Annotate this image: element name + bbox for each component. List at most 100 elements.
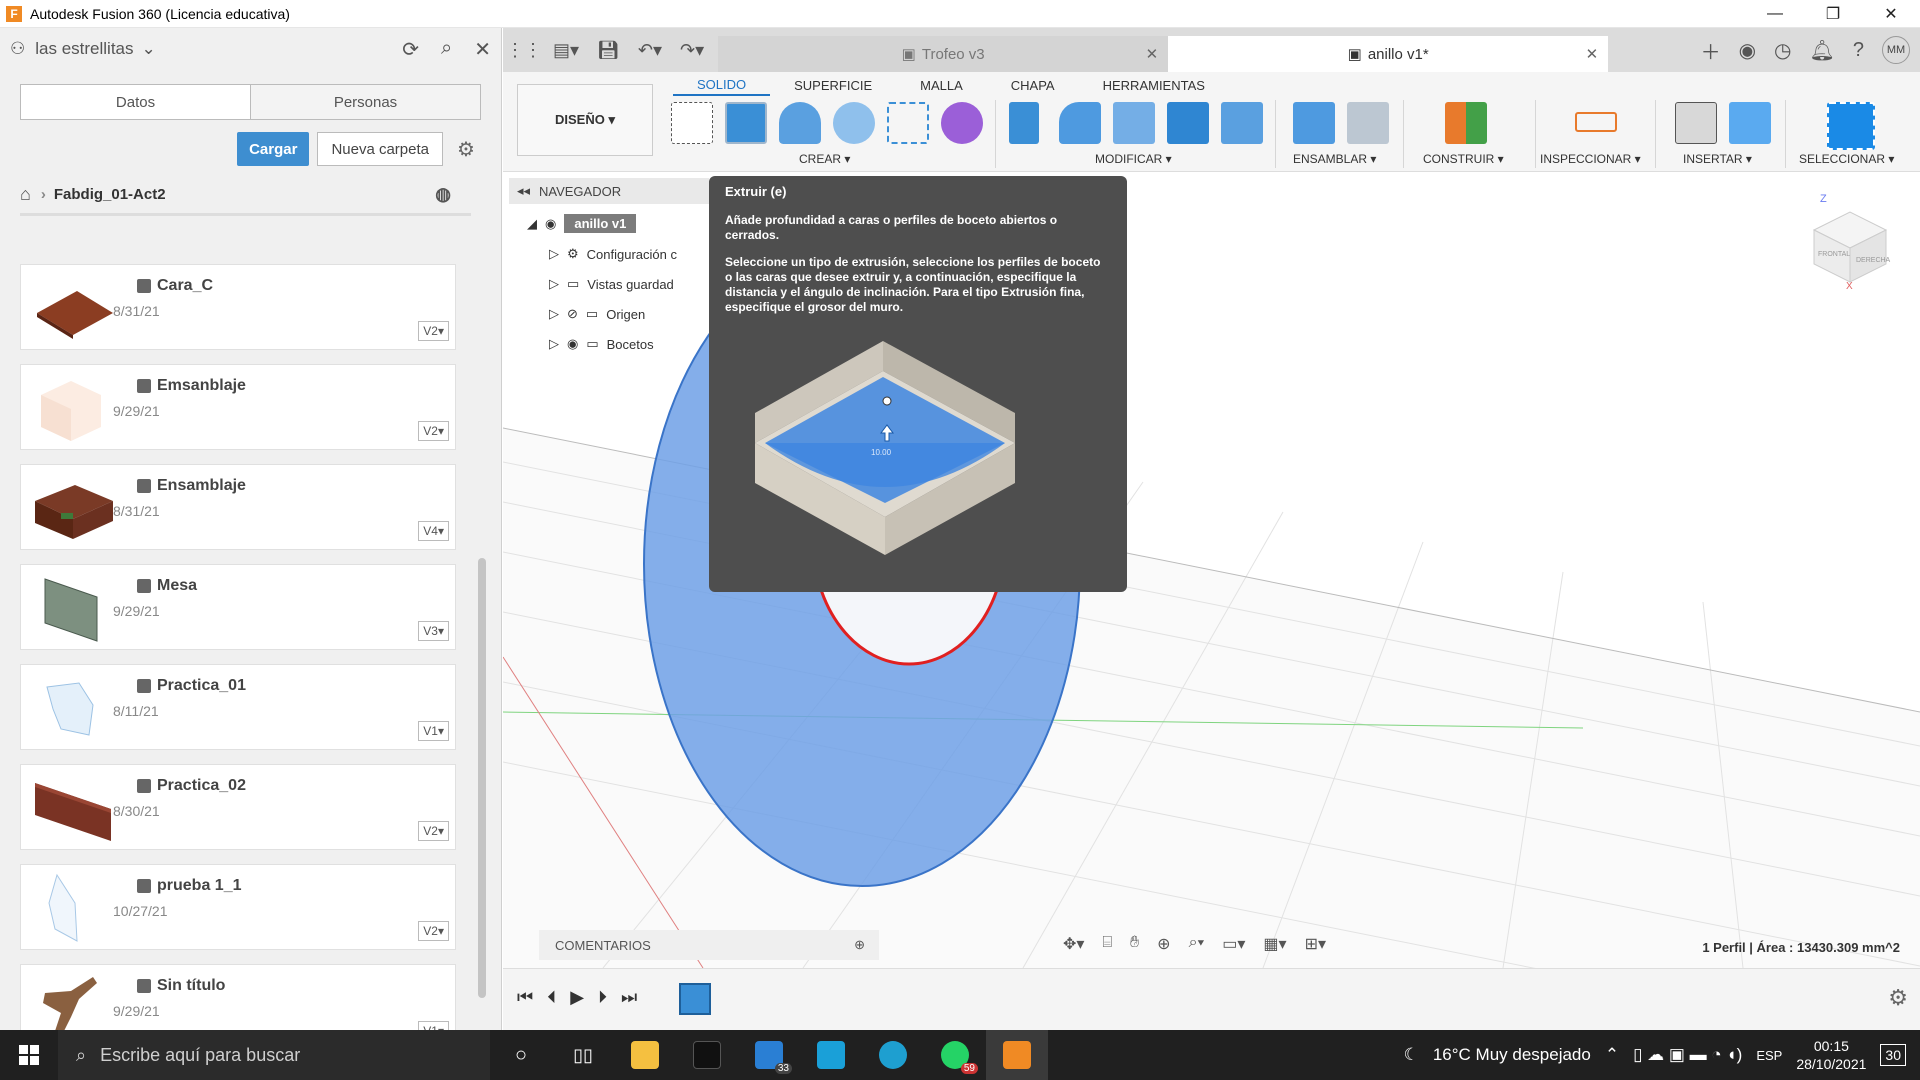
clock[interactable]: 00:15 28/10/2021: [1796, 1037, 1866, 1073]
expand-triangle-icon[interactable]: ▷: [549, 276, 559, 292]
offset-plane-icon[interactable]: [1445, 102, 1487, 144]
globe-icon[interactable]: ◍: [435, 184, 451, 205]
upload-button[interactable]: Cargar: [237, 132, 310, 166]
folder-name[interactable]: Fabdig_01-Act2: [54, 186, 166, 203]
list-item[interactable]: Practica_02 8/30/21 V2▾: [20, 764, 456, 850]
insert-derive-icon[interactable]: [1675, 102, 1717, 144]
inspect-menu[interactable]: INSPECCIONAR ▾: [1540, 152, 1641, 166]
create-menu[interactable]: CREAR ▾: [799, 152, 850, 166]
expand-triangle-icon[interactable]: ▷: [549, 336, 559, 352]
close-button[interactable]: ✕: [1862, 0, 1920, 28]
collapse-triangle-icon[interactable]: ◢: [527, 216, 537, 232]
pattern-icon[interactable]: [887, 102, 929, 144]
version-dropdown[interactable]: V2▾: [418, 321, 449, 341]
measure-icon[interactable]: [1575, 112, 1617, 132]
chevron-up-icon[interactable]: ⌃: [1605, 1045, 1619, 1065]
settings-icon[interactable]: ⚙: [451, 137, 481, 162]
minimize-button[interactable]: —: [1746, 0, 1804, 28]
view-cube[interactable]: Z FRONTAL DERECHA X: [1798, 190, 1898, 295]
maximize-button[interactable]: ❐: [1804, 0, 1862, 28]
select-icon[interactable]: [1827, 102, 1875, 150]
go-to-start-icon[interactable]: ⏮: [517, 987, 533, 1008]
expand-triangle-icon[interactable]: ▷: [549, 246, 559, 262]
tree-item[interactable]: ▷ ⚙ Configuración c: [549, 246, 677, 262]
undo-icon[interactable]: ↶▾: [638, 40, 662, 61]
list-item[interactable]: prueba 1_1 10/27/21 V2▾: [20, 864, 456, 950]
system-tray-icons[interactable]: ▯ ☁ ▣ ▬ ◔ ◖): [1633, 1045, 1742, 1065]
new-folder-button[interactable]: Nueva carpeta: [317, 132, 443, 166]
sweep-icon[interactable]: [833, 102, 875, 144]
file-explorer-icon[interactable]: [614, 1030, 676, 1080]
taskbar-search[interactable]: ⌕ Escribe aquí para buscar: [58, 1030, 490, 1080]
fusion-taskbar-icon[interactable]: [986, 1030, 1048, 1080]
tab-datos[interactable]: Datos: [21, 85, 250, 119]
grid-settings-icon[interactable]: ▦▾: [1263, 934, 1286, 954]
list-item[interactable]: Mesa 9/29/21 V3▾: [20, 564, 456, 650]
tree-item[interactable]: ▷ ▭ Vistas guardad: [549, 276, 674, 292]
eye-icon[interactable]: ◉: [567, 336, 578, 352]
insert-canvas-icon[interactable]: [1729, 102, 1771, 144]
timeline-settings-icon[interactable]: ⚙: [1888, 985, 1908, 1011]
avatar[interactable]: MM: [1882, 36, 1910, 64]
workspace-selector[interactable]: DISEÑO ▾: [517, 84, 653, 156]
refresh-icon[interactable]: ⟳: [402, 37, 419, 62]
new-component-icon[interactable]: [1293, 102, 1335, 144]
tab-anillo[interactable]: ▣ anillo v1* ✕: [1168, 36, 1609, 72]
play-icon[interactable]: ▶: [570, 987, 584, 1008]
job-status-icon[interactable]: ◷: [1774, 38, 1791, 63]
browser-header[interactable]: ◂◂ NAVEGADOR: [509, 178, 709, 204]
close-panel-icon[interactable]: ✕: [474, 37, 491, 62]
language-indicator[interactable]: ESP: [1756, 1048, 1782, 1063]
notifications-icon[interactable]: 🔔︎: [1809, 38, 1834, 63]
whatsapp-icon[interactable]: 59: [924, 1030, 986, 1080]
edge-icon[interactable]: [862, 1030, 924, 1080]
offset-face-icon[interactable]: [1221, 102, 1263, 144]
tab-herramientas[interactable]: HERRAMIENTAS: [1079, 74, 1229, 96]
tab-personas[interactable]: Personas: [250, 85, 480, 119]
new-tab-icon[interactable]: ＋: [1701, 36, 1721, 65]
tree-item[interactable]: ▷ ⊘ ▭ Origen: [549, 306, 645, 322]
tree-root[interactable]: ◢ ◉ anillo v1: [527, 214, 637, 233]
scrollbar[interactable]: [478, 558, 486, 998]
version-dropdown[interactable]: V2▾: [418, 821, 449, 841]
create-sketch-icon[interactable]: [671, 102, 713, 144]
app-grid-icon[interactable]: ⋮⋮: [506, 28, 542, 72]
close-tab-icon[interactable]: ✕: [1146, 45, 1159, 63]
eye-icon[interactable]: ◉: [545, 216, 556, 232]
expand-triangle-icon[interactable]: ▷: [549, 306, 559, 322]
revolve-icon[interactable]: [779, 102, 821, 144]
weather-icon[interactable]: ☾: [1404, 1045, 1419, 1065]
right-face-label[interactable]: DERECHA: [1856, 257, 1891, 264]
display-settings-icon[interactable]: ▭▾: [1222, 934, 1245, 954]
version-dropdown[interactable]: V4▾: [418, 521, 449, 541]
fillet-icon[interactable]: [1059, 102, 1101, 144]
pan-icon[interactable]: ✋︎: [1130, 934, 1139, 954]
step-forward-icon[interactable]: ⏵: [598, 987, 607, 1008]
extensions-icon[interactable]: ◉: [1739, 38, 1756, 63]
save-icon[interactable]: 💾︎: [597, 40, 620, 61]
joint-icon[interactable]: [1347, 102, 1389, 144]
version-dropdown[interactable]: V3▾: [418, 621, 449, 641]
tiktok-icon[interactable]: [676, 1030, 738, 1080]
zoom-icon[interactable]: ⊕: [1157, 934, 1170, 954]
tree-item[interactable]: ▷ ◉ ▭ Bocetos: [549, 336, 654, 352]
viewports-icon[interactable]: ⊞▾: [1305, 934, 1326, 954]
front-face-label[interactable]: FRONTAL: [1818, 251, 1850, 258]
windows-start-icon[interactable]: [0, 1030, 58, 1080]
list-item[interactable]: Ensamblaje 8/31/21 V4▾: [20, 464, 456, 550]
add-comment-icon[interactable]: ⊕: [854, 937, 865, 953]
home-icon[interactable]: ⌂: [20, 184, 31, 205]
orbit-icon[interactable]: ✥▾: [1063, 934, 1084, 954]
tab-chapa[interactable]: CHAPA: [987, 74, 1079, 96]
insert-menu[interactable]: INSERTAR ▾: [1683, 152, 1752, 166]
comments-panel[interactable]: COMENTARIOS ⊕: [539, 930, 879, 960]
tab-malla[interactable]: MALLA: [896, 74, 987, 96]
app-c-icon[interactable]: [800, 1030, 862, 1080]
look-at-icon[interactable]: ⌸: [1102, 934, 1112, 954]
go-to-end-icon[interactable]: ⏭: [621, 987, 637, 1008]
notification-center-icon[interactable]: 30: [1880, 1044, 1906, 1066]
search-icon[interactable]: ⌕: [441, 37, 452, 62]
step-back-icon[interactable]: ⏴: [547, 987, 556, 1008]
press-pull-icon[interactable]: [1009, 102, 1039, 144]
task-view-icon[interactable]: ▯▯: [552, 1030, 614, 1080]
